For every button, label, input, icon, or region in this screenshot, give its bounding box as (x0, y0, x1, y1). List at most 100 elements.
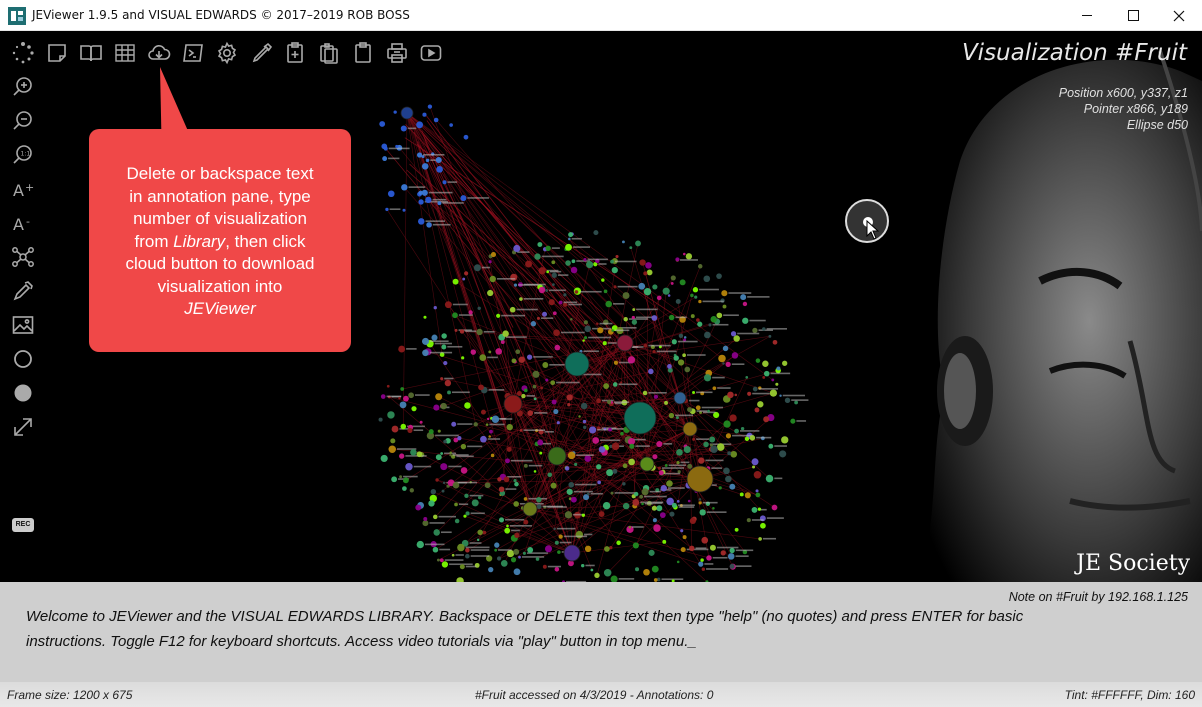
graph-node[interactable] (416, 451, 423, 458)
graph-node[interactable] (581, 563, 585, 568)
graph-node[interactable] (722, 362, 725, 365)
graph-node[interactable] (776, 366, 781, 371)
graph-node[interactable] (700, 558, 704, 562)
graph-node[interactable] (596, 464, 602, 470)
graph-node[interactable] (632, 542, 639, 549)
graph-node[interactable] (629, 443, 635, 449)
graph-node[interactable] (378, 417, 383, 422)
graph-node[interactable] (675, 298, 681, 304)
graph-node[interactable] (694, 295, 698, 299)
clipboard-copy-icon[interactable] (317, 41, 341, 65)
graph-node[interactable] (566, 394, 573, 401)
graph-node[interactable] (768, 334, 772, 338)
graph-hub-node[interactable] (682, 421, 698, 437)
graph-node[interactable] (670, 281, 674, 285)
graph-node[interactable] (740, 294, 747, 301)
graph-node[interactable] (387, 411, 395, 419)
graph-node[interactable] (550, 482, 557, 489)
graph-node[interactable] (411, 406, 417, 412)
graph-node[interactable] (575, 530, 584, 539)
graph-node[interactable] (437, 201, 442, 206)
graph-node[interactable] (742, 301, 748, 307)
graph-node[interactable] (620, 381, 623, 384)
graph-hub-node[interactable] (673, 391, 687, 405)
graph-node[interactable] (435, 478, 439, 482)
graph-node[interactable] (514, 532, 520, 539)
graph-node[interactable] (703, 374, 712, 382)
graph-node[interactable] (441, 344, 447, 350)
graph-node[interactable] (610, 491, 614, 495)
graph-node[interactable] (542, 564, 547, 569)
graph-node[interactable] (701, 536, 709, 544)
graph-node[interactable] (506, 423, 513, 431)
graph-node[interactable] (698, 501, 702, 505)
clipboard-add-icon[interactable] (283, 41, 307, 65)
graph-node[interactable] (658, 470, 664, 476)
graph-node[interactable] (399, 453, 405, 459)
graph-node[interactable] (400, 423, 407, 430)
graph-node[interactable] (403, 477, 409, 484)
graph-node[interactable] (745, 376, 749, 379)
graph-node[interactable] (415, 504, 422, 511)
graph-node[interactable] (570, 496, 577, 503)
graph-node[interactable] (465, 511, 470, 516)
graph-node[interactable] (440, 402, 447, 410)
graph-node[interactable] (584, 325, 592, 333)
graph-node[interactable] (435, 454, 442, 461)
graph-node[interactable] (642, 390, 648, 396)
graph-node[interactable] (749, 435, 756, 441)
graph-node[interactable] (612, 468, 618, 474)
graph-node[interactable] (443, 360, 448, 366)
graph-node[interactable] (611, 329, 614, 332)
graph-node[interactable] (391, 425, 399, 433)
graph-node[interactable] (678, 333, 684, 338)
graph-node[interactable] (554, 540, 559, 545)
graph-node[interactable] (539, 451, 543, 455)
font-increase-icon[interactable]: A + (11, 177, 35, 201)
graph-node[interactable] (506, 549, 515, 558)
graph-node[interactable] (398, 396, 401, 400)
graph-node[interactable] (565, 260, 571, 266)
graph-node[interactable] (504, 527, 511, 534)
graph-node[interactable] (675, 416, 679, 420)
graph-hub-node[interactable] (563, 544, 581, 562)
graph-node[interactable] (669, 511, 675, 517)
graph-node[interactable] (542, 362, 549, 368)
graph-node[interactable] (405, 463, 413, 471)
graph-node[interactable] (752, 465, 756, 469)
graph-node[interactable] (452, 312, 458, 319)
graph-node[interactable] (494, 542, 500, 548)
grid-icon[interactable] (113, 41, 137, 65)
network-icon[interactable] (11, 245, 35, 269)
graph-node[interactable] (476, 328, 483, 336)
graph-node[interactable] (687, 499, 691, 503)
graph-node[interactable] (407, 427, 413, 434)
graph-node[interactable] (516, 391, 522, 397)
graph-node[interactable] (451, 553, 455, 557)
graph-node[interactable] (385, 207, 389, 212)
graph-node[interactable] (771, 378, 775, 382)
graph-node[interactable] (632, 308, 636, 311)
graph-node[interactable] (622, 463, 628, 469)
graph-node[interactable] (416, 540, 424, 549)
graph-node[interactable] (443, 439, 447, 444)
graph-node[interactable] (581, 513, 585, 517)
graph-node[interactable] (527, 410, 534, 417)
graph-node[interactable] (416, 121, 424, 129)
graph-node[interactable] (441, 333, 447, 339)
graph-node[interactable] (545, 378, 549, 382)
graph-node[interactable] (768, 443, 774, 449)
graph-node[interactable] (459, 564, 465, 570)
graph-node[interactable] (628, 458, 635, 466)
graph-node[interactable] (433, 404, 440, 411)
graph-node[interactable] (463, 134, 469, 140)
graph-node[interactable] (401, 184, 408, 191)
graph-node[interactable] (641, 488, 649, 496)
graph-node[interactable] (703, 275, 711, 283)
graph-node[interactable] (586, 261, 594, 269)
graph-node[interactable] (664, 400, 669, 405)
graph-node[interactable] (709, 436, 716, 443)
graph-node[interactable] (488, 260, 492, 264)
graph-node[interactable] (496, 556, 502, 561)
graph-node[interactable] (690, 314, 695, 319)
